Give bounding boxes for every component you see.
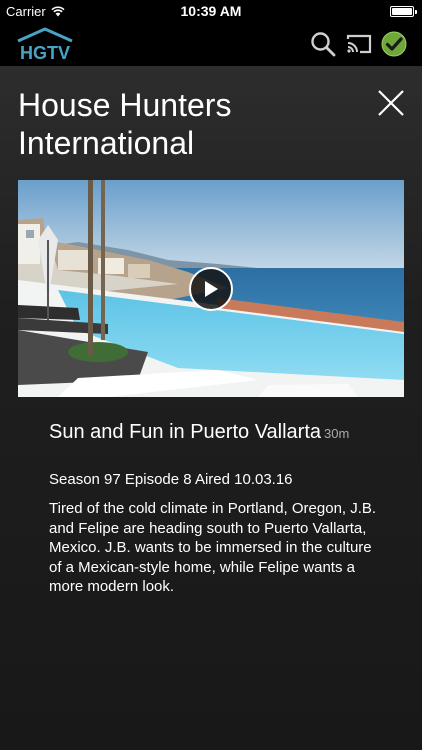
episode-description: Tired of the cold climate in Portland, O… bbox=[49, 500, 377, 595]
hgtv-logo[interactable]: HGTV bbox=[14, 27, 76, 61]
episode-title-row: Sun and Fun in Puerto Vallarta 30m bbox=[49, 421, 379, 444]
episode-detail-panel: House Hunters International Sun and Fun … bbox=[0, 66, 422, 750]
app-header: HGTV bbox=[0, 22, 422, 66]
episode-meta: Season 97 Episode 8 Aired 10.03.16 bbox=[49, 471, 293, 488]
check-circle-icon[interactable] bbox=[380, 30, 408, 58]
play-icon bbox=[205, 281, 218, 297]
status-bar: Carrier 10:39 AM bbox=[0, 0, 422, 22]
status-time: 10:39 AM bbox=[180, 3, 242, 19]
play-button[interactable] bbox=[189, 267, 233, 311]
search-icon[interactable] bbox=[309, 30, 337, 58]
logo-text: HGTV bbox=[20, 43, 70, 61]
close-icon[interactable] bbox=[374, 86, 408, 120]
video-thumbnail[interactable] bbox=[18, 180, 404, 397]
episode-duration: 30m bbox=[324, 426, 350, 441]
episode-title: Sun and Fun in Puerto Vallarta bbox=[49, 421, 322, 443]
show-title: House Hunters International bbox=[18, 87, 232, 161]
battery-icon bbox=[390, 6, 417, 17]
cast-icon[interactable] bbox=[345, 30, 373, 58]
